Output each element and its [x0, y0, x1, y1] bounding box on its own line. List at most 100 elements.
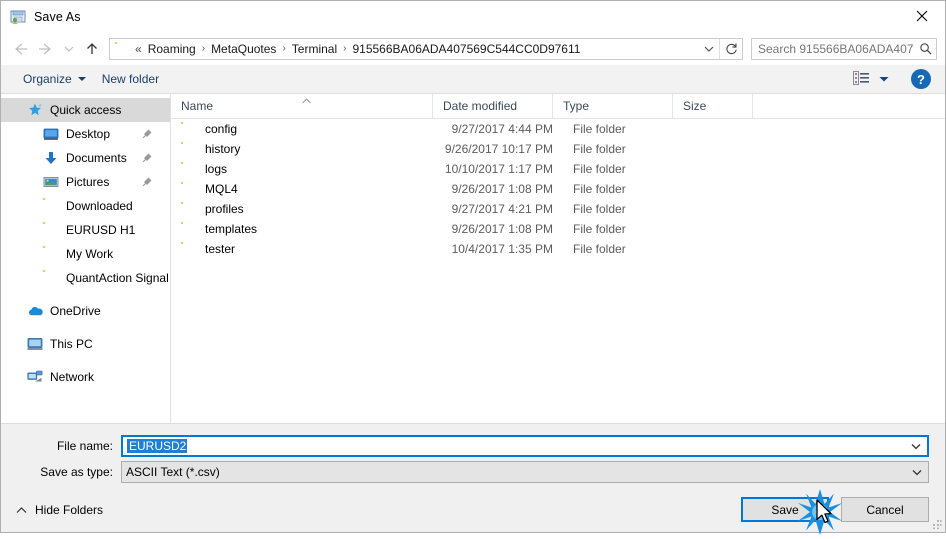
file-name-label: config [205, 122, 238, 136]
sidebar-item-desktop[interactable]: Desktop [1, 122, 170, 146]
pin-icon[interactable] [141, 151, 154, 164]
file-date-cell: 9/26/2017 10:17 PM [444, 142, 553, 156]
folder-icon [181, 202, 197, 216]
breadcrumb-item-roaming[interactable]: Roaming [145, 40, 199, 58]
file-name-chevron-down-icon[interactable] [905, 437, 927, 455]
close-button[interactable] [899, 1, 945, 31]
sidebar-item-pictures[interactable]: Pictures [1, 170, 170, 194]
table-row[interactable]: logs 10/10/2017 1:17 PM File folder [171, 159, 945, 179]
computer-icon [27, 336, 43, 352]
file-name-label: history [205, 142, 241, 156]
sidebar-item-label: Quick access [50, 103, 122, 117]
view-layout-icon [853, 70, 870, 88]
navigation-bar: « Roaming › MetaQuotes › Terminal › 9155… [1, 32, 945, 65]
file-rows: config 9/27/2017 4:44 PM File folder his… [171, 119, 945, 423]
file-name-cell: templates [171, 222, 433, 236]
up-arrow-icon[interactable] [79, 36, 105, 62]
organize-label: Organize [23, 72, 72, 86]
sidebar-item-network[interactable]: Network [1, 365, 170, 389]
table-row[interactable]: tester 10/4/2017 1:35 PM File folder [171, 239, 945, 259]
column-header-name[interactable]: Name [171, 94, 433, 118]
forward-arrow-icon[interactable] [33, 36, 59, 62]
window-title: Save As [34, 9, 81, 24]
save-as-type-chevron-down-icon[interactable] [906, 463, 928, 481]
recent-locations-chevron-down-icon[interactable] [59, 36, 79, 62]
pin-icon[interactable] [141, 175, 154, 188]
refresh-icon[interactable] [720, 39, 742, 59]
sort-ascending-icon [302, 93, 311, 104]
cancel-button[interactable]: Cancel [841, 497, 929, 522]
breadcrumb-item-terminal[interactable]: Terminal [289, 40, 340, 58]
hide-folders-button[interactable]: Hide Folders [13, 500, 106, 520]
address-chevron-down-icon[interactable] [699, 39, 719, 59]
file-name-cell: logs [171, 162, 433, 176]
search-box[interactable]: Search 915566BA06ADA40756... [751, 37, 937, 60]
table-row[interactable]: profiles 9/27/2017 4:21 PM File folder [171, 199, 945, 219]
folder-icon [181, 162, 197, 176]
sidebar-item-label: My Work [66, 247, 114, 261]
file-name-input[interactable]: EURUSD2 [121, 435, 929, 457]
save-as-type-select[interactable]: ASCII Text (*.csv) [121, 461, 929, 483]
sidebar-item-quantaction-signal[interactable]: QuantAction Signal [1, 266, 170, 290]
sidebar-item-quick-access[interactable]: Quick access [1, 98, 170, 122]
dialog-footer: Hide Folders Save Cancel [1, 487, 945, 532]
organize-button[interactable]: Organize [15, 68, 94, 90]
sidebar-item-onedrive[interactable]: OneDrive [1, 299, 170, 323]
save-button[interactable]: Save [741, 497, 829, 522]
sidebar-item-downloaded[interactable]: Downloaded [1, 194, 170, 218]
file-name-label: profiles [205, 202, 244, 216]
breadcrumb-separator[interactable]: › [279, 43, 288, 54]
dialog-body: Quick access Desktop Documents Pictures … [1, 94, 945, 423]
column-header-date-modified[interactable]: Date modified [433, 94, 553, 118]
file-type-cell: File folder [573, 182, 626, 196]
back-arrow-icon[interactable] [7, 36, 33, 62]
view-options-button[interactable] [847, 70, 895, 88]
sidebar-item-my-work[interactable]: My Work [1, 242, 170, 266]
help-button[interactable]: ? [911, 69, 931, 89]
file-date-cell: 10/4/2017 1:35 PM [451, 242, 553, 256]
file-type-cell: File folder [573, 122, 626, 136]
resize-grip[interactable] [930, 517, 942, 529]
sidebar-item-this-pc[interactable]: This PC [1, 332, 170, 356]
folder-icon [43, 222, 59, 238]
save-as-icon [10, 9, 26, 25]
sidebar-item-documents[interactable]: Documents [1, 146, 170, 170]
pin-icon[interactable] [141, 127, 154, 140]
table-row[interactable]: history 9/26/2017 10:17 PM File folder [171, 139, 945, 159]
address-bar[interactable]: « Roaming › MetaQuotes › Terminal › 9155… [109, 37, 743, 60]
file-type-cell: File folder [573, 222, 626, 236]
file-name-value[interactable]: EURUSD2 [123, 439, 905, 453]
file-date-cell: 10/10/2017 1:17 PM [444, 162, 553, 176]
breadcrumb-item-metaquotes[interactable]: MetaQuotes [208, 40, 279, 58]
file-name-label: templates [205, 222, 258, 236]
breadcrumb-separator[interactable]: › [340, 43, 349, 54]
desktop-icon [43, 126, 59, 142]
sidebar-item-eurusd-h1[interactable]: EURUSD H1 [1, 218, 170, 242]
folder-icon [115, 41, 131, 56]
file-date-cell: 9/27/2017 4:44 PM [451, 122, 553, 136]
file-date-cell: 9/26/2017 1:08 PM [451, 222, 553, 236]
save-as-type-value: ASCII Text (*.csv) [126, 465, 220, 479]
file-name-label: logs [205, 162, 228, 176]
search-input[interactable]: Search 915566BA06ADA40756... [752, 42, 914, 56]
breadcrumb-separator[interactable]: › [199, 43, 208, 54]
file-name-label: File name: [56, 439, 113, 453]
table-row[interactable]: config 9/27/2017 4:44 PM File folder [171, 119, 945, 139]
breadcrumb-item-terminal-id[interactable]: 915566BA06ADA407569C544CC0D97611 [349, 40, 583, 58]
table-row[interactable]: MQL4 9/26/2017 1:08 PM File folder [171, 179, 945, 199]
file-name-cell: config [171, 122, 433, 136]
column-header-type[interactable]: Type [553, 94, 673, 118]
new-folder-button[interactable]: New folder [94, 68, 167, 90]
column-header-label: Size [683, 99, 707, 113]
breadcrumb-overflow[interactable]: « [133, 40, 145, 58]
search-icon[interactable] [914, 39, 936, 59]
hide-folders-label: Hide Folders [35, 502, 104, 517]
column-header-size[interactable]: Size [673, 94, 753, 118]
view-chevron-down-icon [879, 72, 889, 86]
table-row[interactable]: templates 9/26/2017 1:08 PM File folder [171, 219, 945, 239]
cancel-label: Cancel [866, 502, 904, 517]
sidebar-item-label: Documents [66, 151, 127, 165]
folder-icon [181, 182, 197, 196]
